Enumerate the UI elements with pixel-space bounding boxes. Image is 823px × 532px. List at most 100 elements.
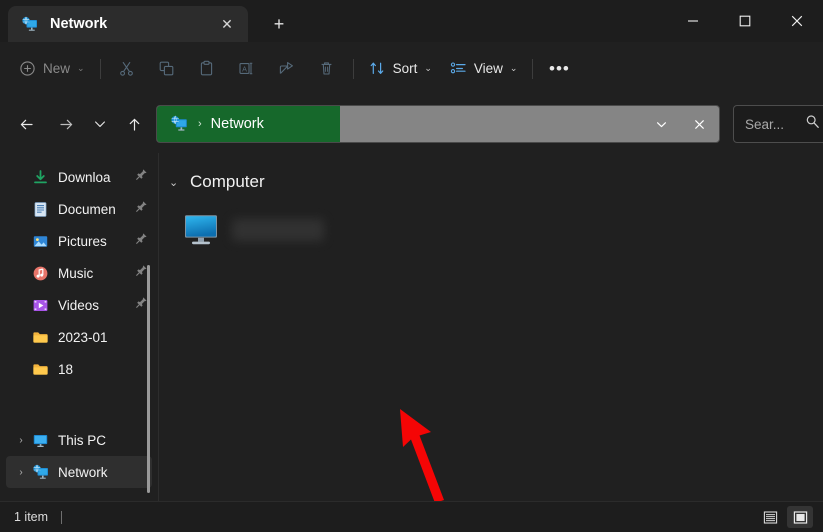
videos-icon xyxy=(32,297,49,314)
tab-label: Network xyxy=(50,16,214,32)
sidebar-item-label: Videos xyxy=(58,298,135,313)
tab-strip: Network ✕ + xyxy=(8,4,296,42)
large-icons-view-button[interactable] xyxy=(787,506,813,528)
toolbar-divider-2 xyxy=(353,59,354,79)
breadcrumb-separator: › xyxy=(198,118,202,130)
address-bar[interactable]: › Network xyxy=(156,105,720,143)
view-button-label: View xyxy=(474,61,503,76)
sort-icon xyxy=(369,60,386,77)
sidebar-item-label: Music xyxy=(58,266,135,281)
sidebar-item-music[interactable]: Music xyxy=(6,257,152,289)
sidebar-item-label: Pictures xyxy=(58,234,135,249)
delete-button[interactable] xyxy=(307,52,347,85)
copy-button[interactable] xyxy=(147,52,187,85)
this-pc-icon xyxy=(32,432,49,449)
ellipsis-icon: ••• xyxy=(549,60,570,77)
address-bar-row: › Network Sear... xyxy=(0,95,823,153)
computer-name-label-redacted xyxy=(232,219,324,241)
sidebar-item-folder-18[interactable]: 18 xyxy=(6,353,152,385)
rename-icon: A xyxy=(238,60,255,77)
recent-locations-button[interactable] xyxy=(86,108,114,140)
folder-icon xyxy=(32,361,49,378)
computer-monitor-icon xyxy=(181,212,221,248)
sidebar-item-label: 2023-01 xyxy=(58,330,152,345)
expand-chevron-icon[interactable]: › xyxy=(12,467,30,478)
chevron-down-icon: ⌄ xyxy=(424,63,432,74)
sidebar-item-documents[interactable]: Documen xyxy=(6,193,152,225)
view-toggle-group xyxy=(757,506,813,528)
new-button-label: New xyxy=(43,61,70,76)
red-pointer-arrow xyxy=(394,405,499,510)
view-button[interactable]: View ⌄ xyxy=(441,52,527,85)
svg-text:A: A xyxy=(242,64,247,73)
documents-icon xyxy=(32,201,49,218)
downloads-icon xyxy=(32,169,49,186)
window-controls xyxy=(667,0,823,42)
sort-button[interactable]: Sort ⌄ xyxy=(360,52,441,85)
expand-chevron-icon[interactable]: › xyxy=(12,435,30,446)
sidebar-item-videos[interactable]: Videos xyxy=(6,289,152,321)
pin-icon xyxy=(135,200,150,218)
status-divider xyxy=(61,511,62,524)
sidebar-item-this-pc[interactable]: › This PC xyxy=(6,424,152,456)
breadcrumb[interactable]: › Network xyxy=(157,106,340,142)
close-button[interactable] xyxy=(771,0,823,42)
command-bar: New ⌄ A xyxy=(0,42,823,95)
folder-icon xyxy=(32,329,49,346)
share-icon xyxy=(278,60,295,77)
chevron-down-icon: ⌄ xyxy=(510,63,518,74)
sidebar-item-pictures[interactable]: Pictures xyxy=(6,225,152,257)
sidebar-item-label: Network xyxy=(58,465,152,480)
paste-icon xyxy=(198,60,215,77)
sidebar-item-downloads[interactable]: Downloa xyxy=(6,161,152,193)
network-computer-icon xyxy=(170,115,188,133)
tab-network[interactable]: Network ✕ xyxy=(8,6,248,42)
forward-button[interactable] xyxy=(50,108,82,140)
search-input[interactable]: Sear... xyxy=(745,117,805,132)
music-icon xyxy=(32,265,49,282)
new-button[interactable]: New ⌄ xyxy=(10,52,94,85)
share-button[interactable] xyxy=(267,52,307,85)
address-dropdown-button[interactable] xyxy=(647,110,675,138)
details-view-button[interactable] xyxy=(757,506,783,528)
more-options-button[interactable]: ••• xyxy=(539,52,579,85)
trash-icon xyxy=(318,60,335,77)
sidebar-scrollbar[interactable] xyxy=(147,265,150,493)
chevron-down-icon[interactable]: ⌄ xyxy=(169,176,185,189)
sidebar-item-label: This PC xyxy=(58,433,152,448)
copy-icon xyxy=(158,60,175,77)
back-button[interactable] xyxy=(10,108,42,140)
sidebar-item-label: Documen xyxy=(58,202,135,217)
sidebar-item-network[interactable]: › Network xyxy=(6,456,152,488)
sort-button-label: Sort xyxy=(393,61,418,76)
plus-circle-icon xyxy=(19,60,36,77)
new-tab-button[interactable]: + xyxy=(262,7,296,41)
paste-button[interactable] xyxy=(187,52,227,85)
group-header-computer[interactable]: ⌄ Computer xyxy=(169,167,823,197)
cut-button[interactable] xyxy=(107,52,147,85)
file-list-pane[interactable]: ⌄ Computer xyxy=(159,153,823,501)
scissors-icon xyxy=(118,60,135,77)
sidebar-item-folder-2023-01[interactable]: 2023-01 xyxy=(6,321,152,353)
search-box[interactable]: Sear... xyxy=(733,105,823,143)
list-item[interactable] xyxy=(181,205,336,255)
network-computer-icon xyxy=(32,464,49,481)
up-button[interactable] xyxy=(118,108,150,140)
address-clear-button[interactable] xyxy=(685,110,713,138)
pin-icon xyxy=(135,168,150,186)
group-header-label: Computer xyxy=(190,172,265,192)
status-bar: 1 item xyxy=(0,501,823,532)
chevron-down-icon: ⌄ xyxy=(77,63,85,74)
maximize-button[interactable] xyxy=(719,0,771,42)
close-tab-icon[interactable]: ✕ xyxy=(214,11,240,37)
network-computer-icon xyxy=(21,16,38,33)
sidebar-item-label: 18 xyxy=(58,362,152,377)
toolbar-divider-3 xyxy=(532,59,533,79)
title-bar: Network ✕ + xyxy=(0,0,823,42)
breadcrumb-label[interactable]: Network xyxy=(211,116,264,132)
navigation-pane[interactable]: Downloa Documen xyxy=(0,153,158,501)
file-explorer-window: Network ✕ + New ⌄ xyxy=(0,0,823,532)
minimize-button[interactable] xyxy=(667,0,719,42)
rename-button[interactable]: A xyxy=(227,52,267,85)
toolbar-divider xyxy=(100,59,101,79)
